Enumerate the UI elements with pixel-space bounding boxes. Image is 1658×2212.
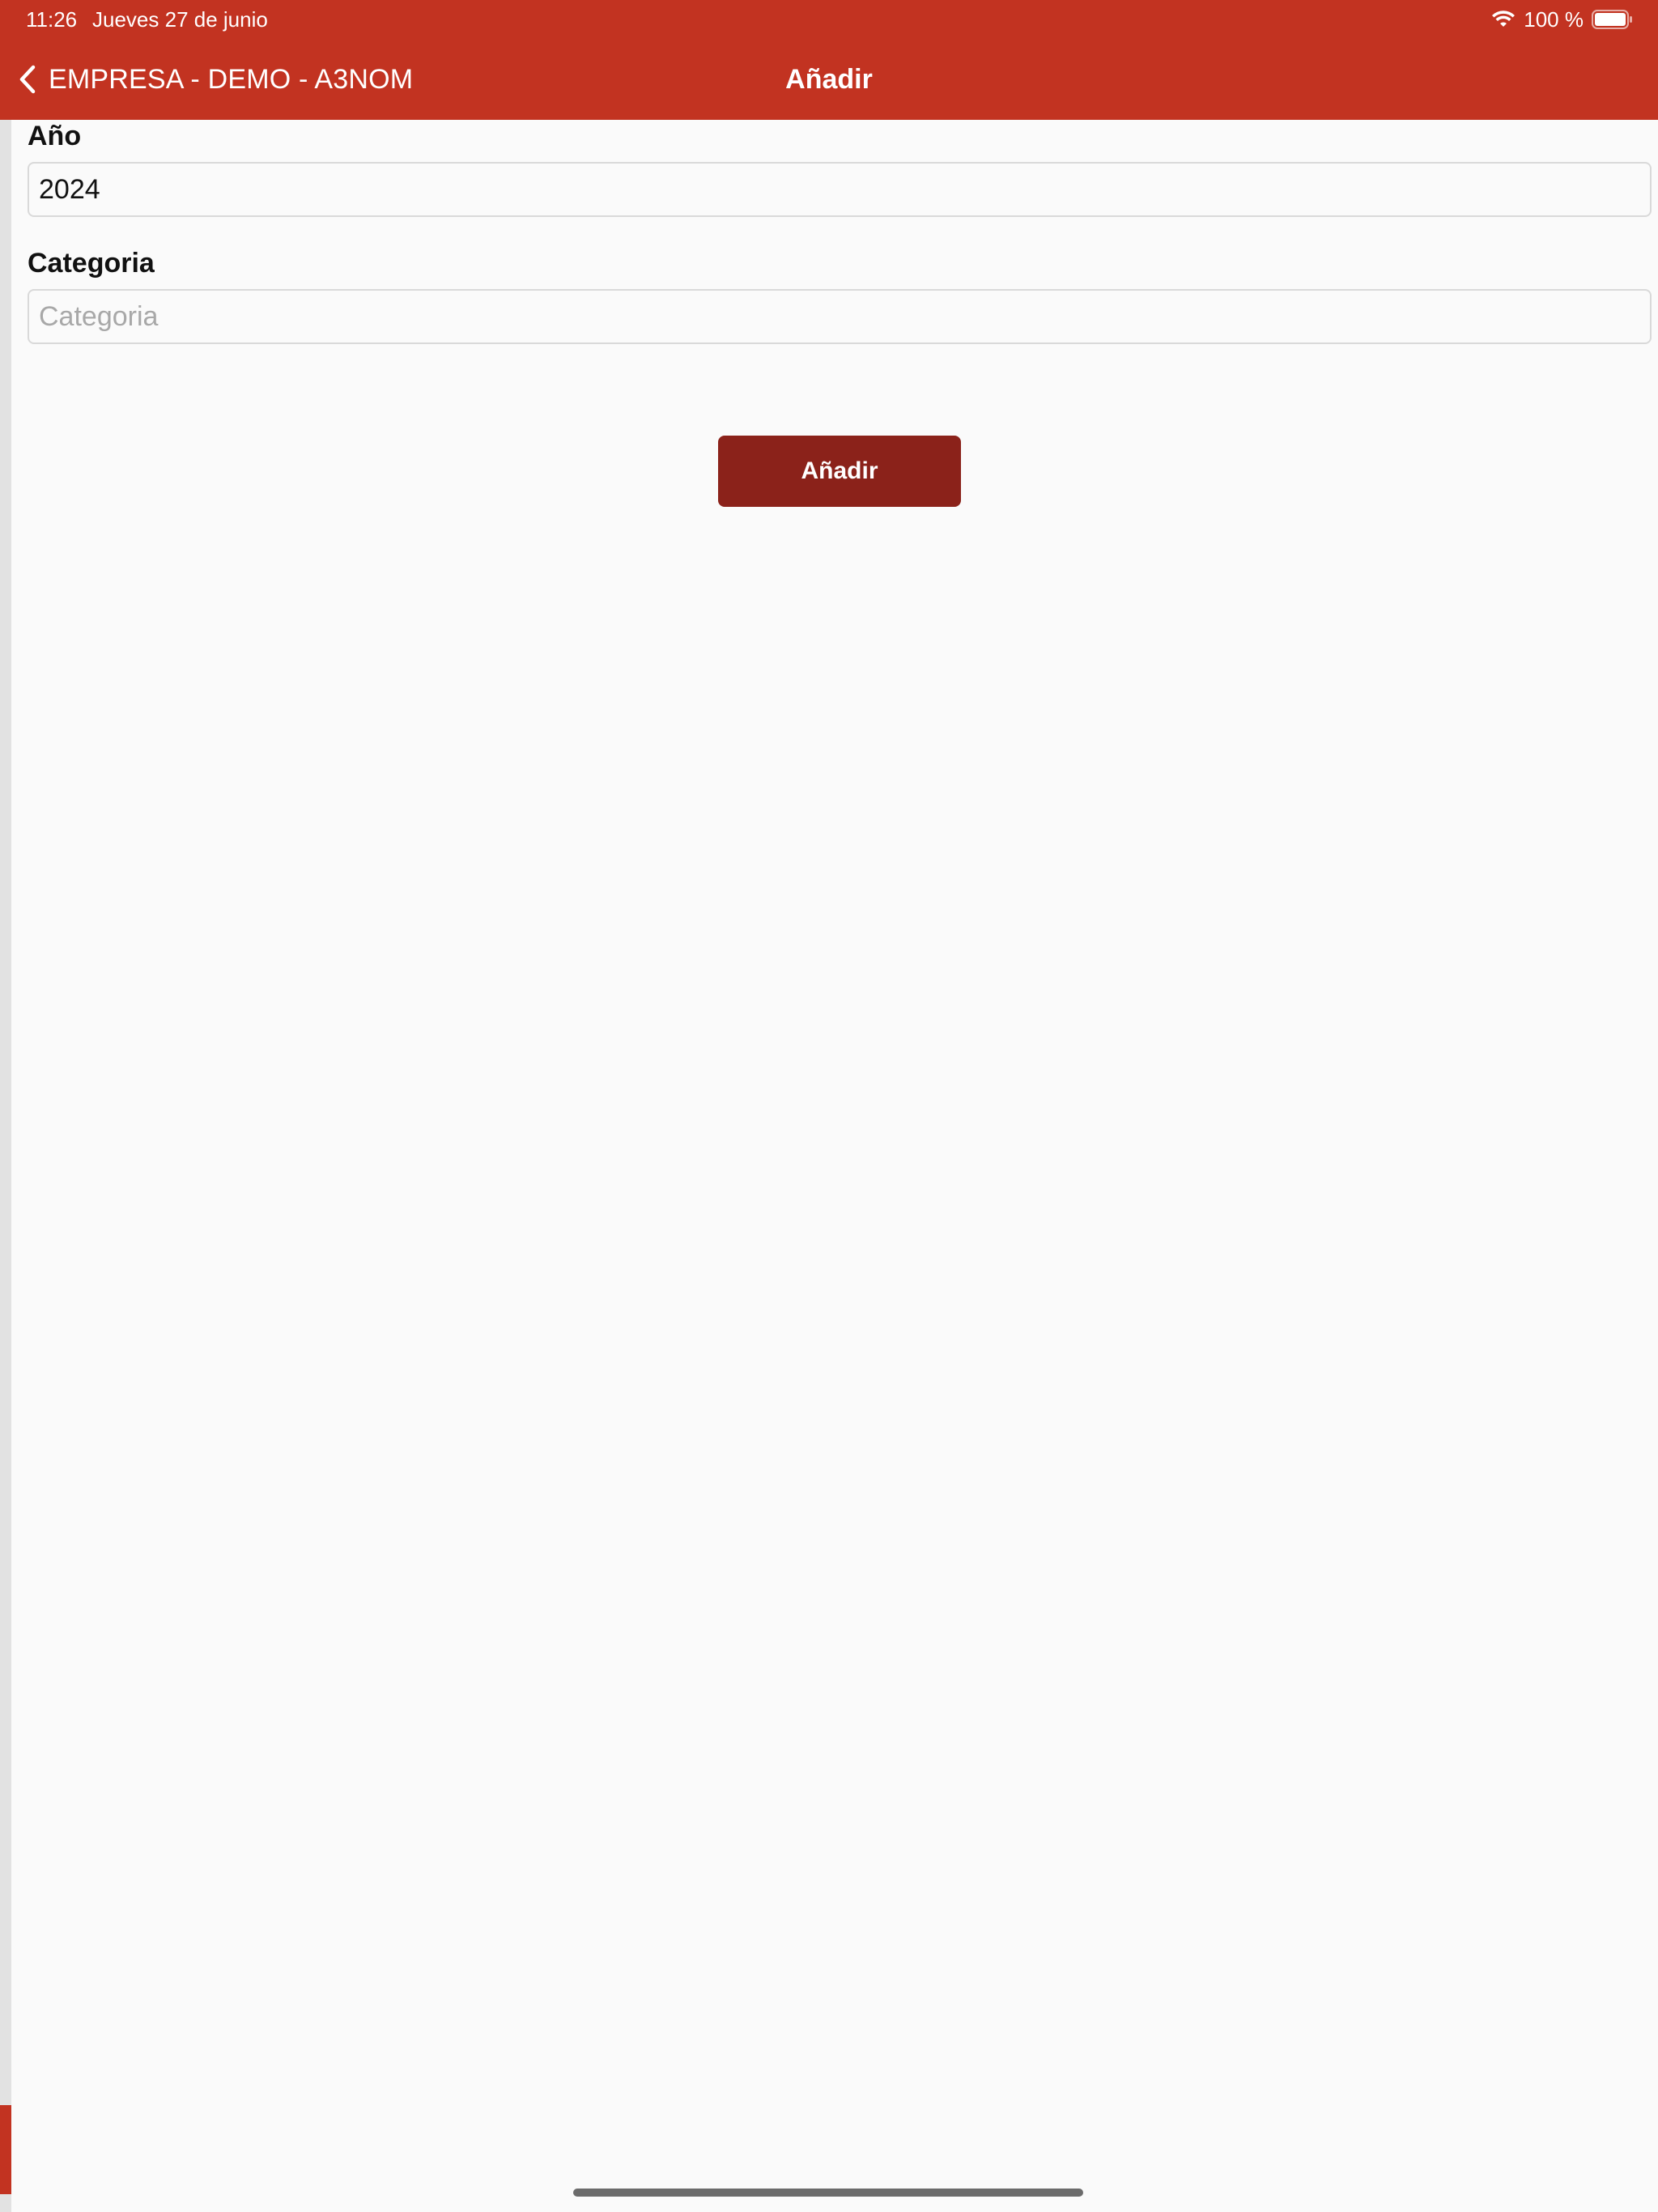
page-title: Añadir xyxy=(785,64,873,95)
year-label: Año xyxy=(28,121,82,151)
split-view-edge xyxy=(0,120,11,2212)
status-time: 11:26 xyxy=(26,7,78,32)
year-input[interactable] xyxy=(28,162,1652,217)
app-header: 11:26 Jueves 27 de junio 100 % EMPRESA -… xyxy=(0,0,1658,120)
add-button[interactable]: Añadir xyxy=(718,436,961,507)
status-indicators: 100 % xyxy=(1491,5,1634,34)
battery-icon xyxy=(1592,9,1634,30)
app-screen: 11:26 Jueves 27 de junio 100 % EMPRESA -… xyxy=(0,0,1658,2212)
split-view-edge-accent xyxy=(0,2105,11,2194)
category-label: Categoria xyxy=(28,248,155,279)
wifi-icon xyxy=(1491,10,1516,29)
category-input[interactable] xyxy=(28,289,1652,344)
battery-percentage: 100 % xyxy=(1524,6,1584,32)
status-date: Jueves 27 de junio xyxy=(92,7,268,32)
home-indicator[interactable] xyxy=(573,2189,1083,2197)
